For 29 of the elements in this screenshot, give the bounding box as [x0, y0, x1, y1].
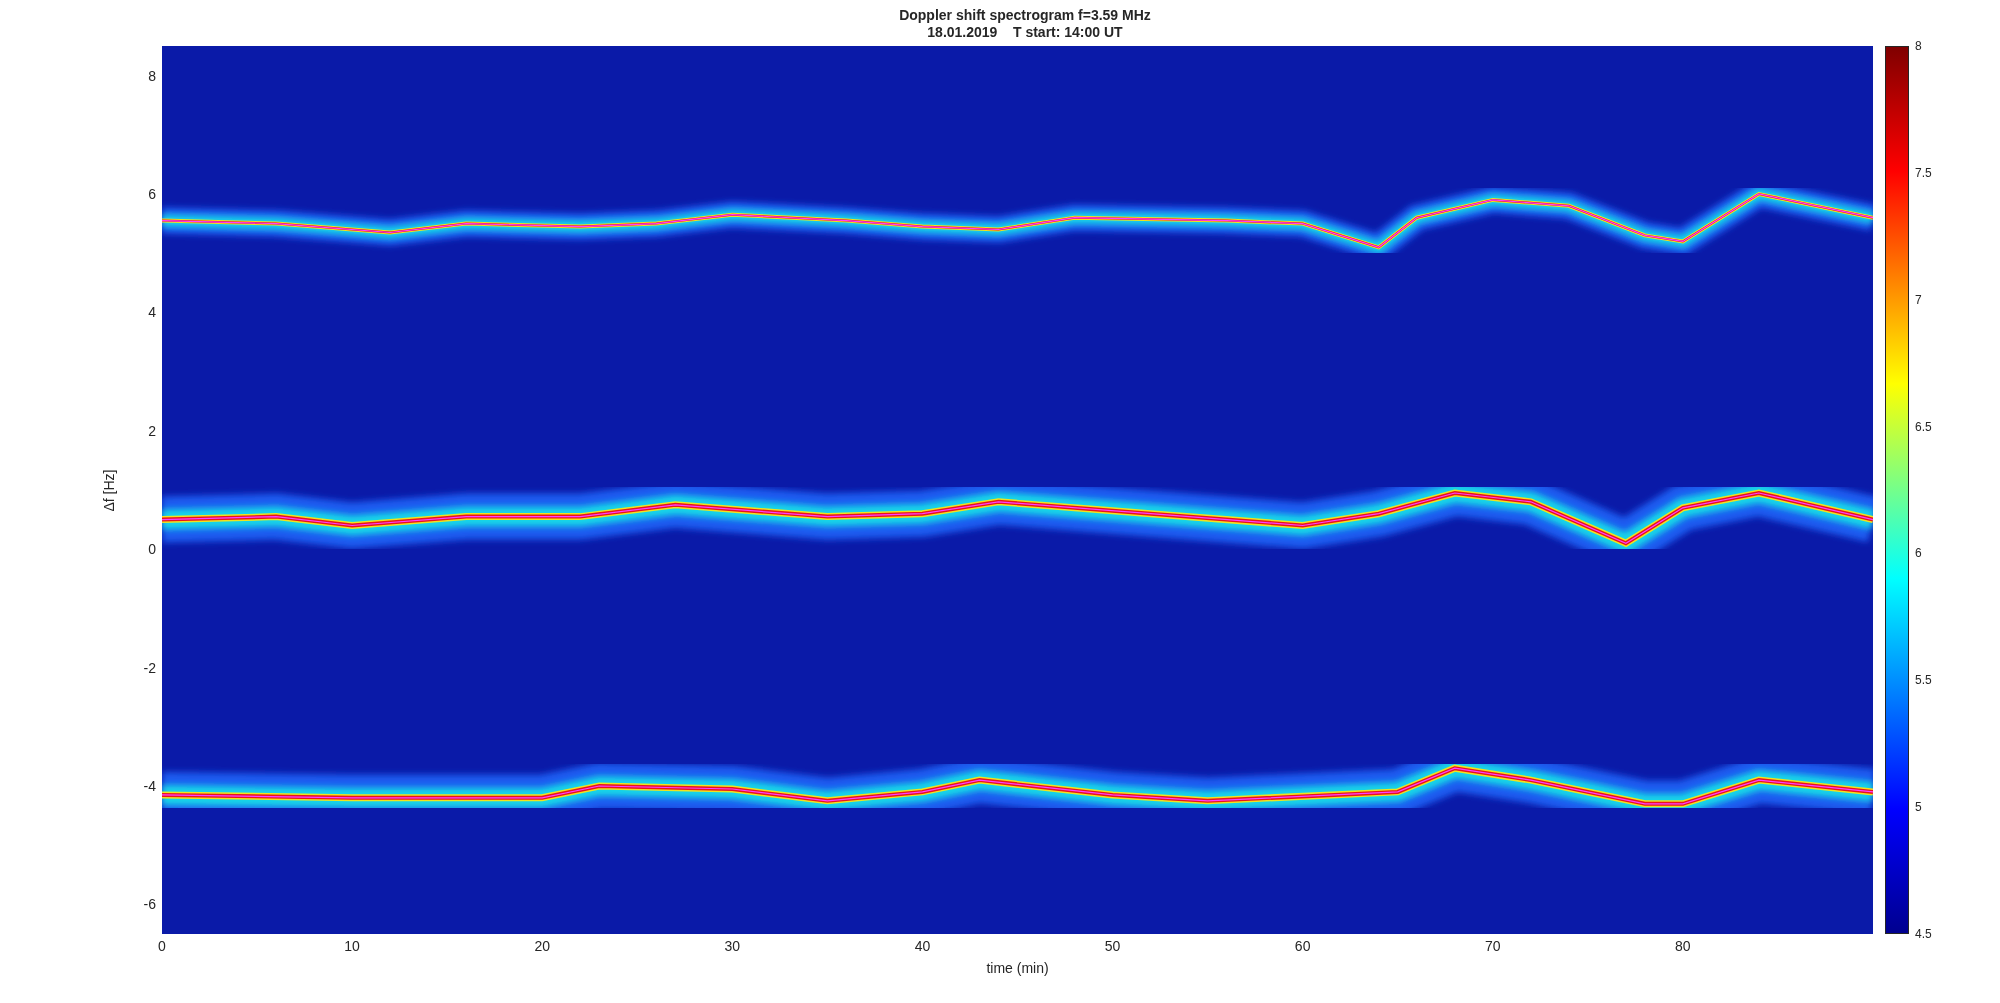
x-tick-label: 60 — [1294, 938, 1311, 954]
colorbar-tick-label: 6 — [1915, 546, 1922, 561]
colorbar-tick-label: 5 — [1915, 800, 1922, 815]
colorbar-tick-label: 5.5 — [1915, 673, 1932, 688]
colorbar-tick-label: 8 — [1915, 39, 1922, 53]
x-tick-label: 10 — [344, 938, 360, 954]
x-tick-label: 80 — [1675, 938, 1691, 954]
x-axis-label: time (min) — [986, 959, 1049, 978]
y-tick-label: 2 — [148, 422, 156, 439]
y-tick-label: 0 — [148, 541, 156, 558]
y-tick-label: 6 — [148, 186, 156, 202]
x-tick-label: 50 — [1104, 938, 1121, 954]
y-axis-label: Δf [Hz] — [99, 469, 118, 511]
x-tick-label: 0 — [158, 938, 166, 954]
chart-title: Doppler shift spectrogram f=3.59 MHz — [899, 7, 1151, 24]
colorbar-tick-label: 6.5 — [1915, 419, 1932, 434]
chart-title: 18.01.2019 T start: 14:00 UT — [927, 24, 1123, 41]
x-tick-label: 30 — [724, 938, 741, 954]
colorbar-tick-label: 7 — [1915, 292, 1922, 307]
y-tick-label: -2 — [143, 659, 156, 676]
colorbar-tick-label: 7.5 — [1915, 165, 1932, 180]
x-tick-label: 70 — [1485, 938, 1501, 954]
x-tick-label: 40 — [914, 938, 931, 954]
y-tick-label: -4 — [143, 778, 156, 794]
x-tick-label: 20 — [534, 938, 550, 954]
y-tick-label: 8 — [148, 67, 156, 84]
y-tick-label: 4 — [148, 304, 156, 321]
y-tick-label: -6 — [143, 896, 156, 913]
colorbar-tick-label: 4.5 — [1915, 927, 1932, 941]
